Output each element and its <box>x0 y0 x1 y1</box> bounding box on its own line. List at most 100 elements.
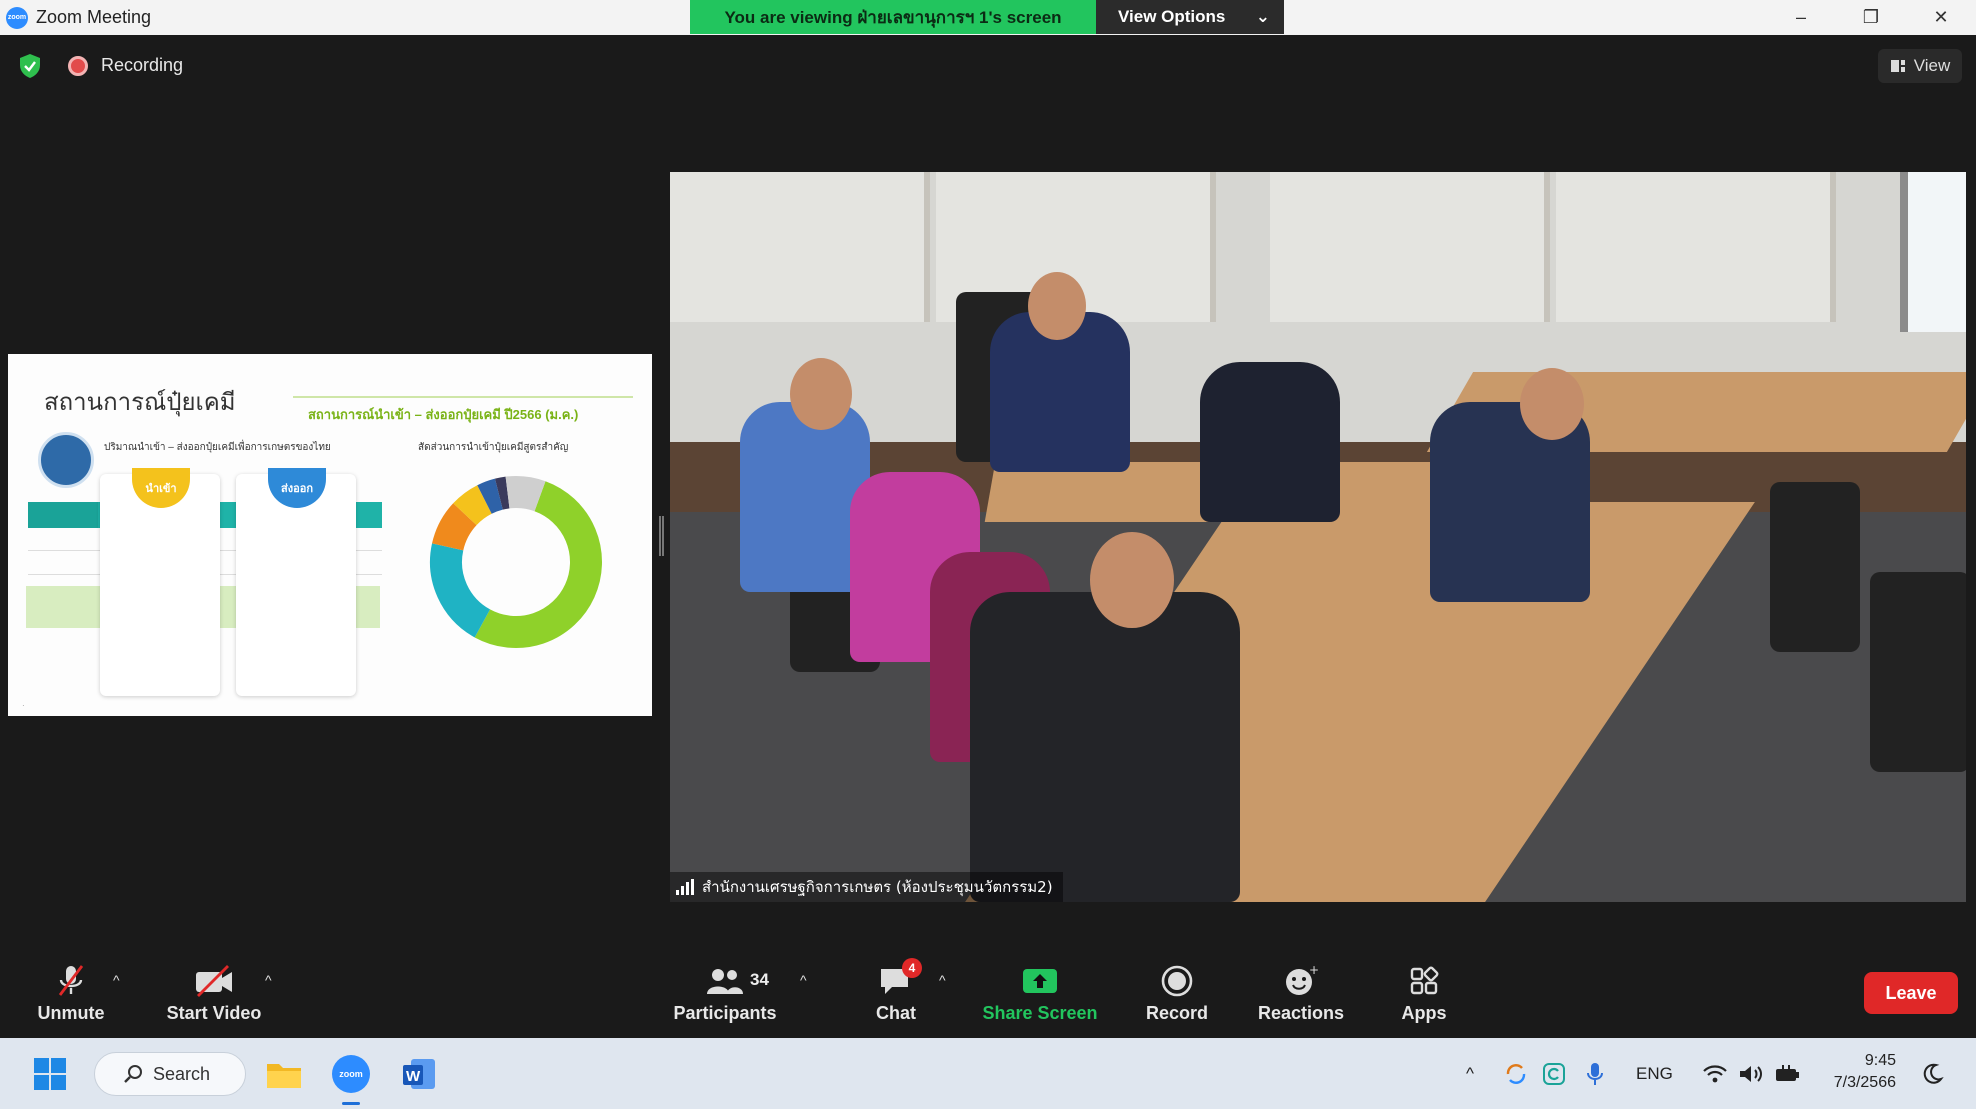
unmute-label: Unmute <box>37 1002 105 1023</box>
donut-slice <box>430 543 491 638</box>
wifi-tray-icon[interactable] <box>1702 1038 1728 1109</box>
left-caption: ปริมาณนำเข้า – ส่งออกปุ๋ยเคมีเพื่อการเกษ… <box>104 442 331 453</box>
language-indicator[interactable]: ENG <box>1636 1038 1673 1109</box>
reactions-icon: + <box>1286 964 1319 995</box>
export-pill: ส่งออก <box>268 468 326 508</box>
app-tray-icon[interactable] <box>1542 1038 1566 1109</box>
donut-slice <box>432 503 478 551</box>
globe-icon <box>38 432 94 488</box>
zoom-taskbar-button[interactable]: zoom <box>326 1038 376 1109</box>
participants-icon <box>707 968 743 994</box>
search-label: Search <box>153 1063 211 1084</box>
view-options-button[interactable]: View Options ⌄ <box>1096 0 1284 34</box>
search-icon <box>124 1065 142 1083</box>
chat-label: Chat <box>876 1002 916 1023</box>
video-wall-panel <box>670 172 930 322</box>
share-screen-button[interactable]: Share Screen <box>980 946 1100 1038</box>
apps-button[interactable]: Apps <box>1396 946 1452 1038</box>
donut-slice <box>453 485 493 526</box>
window-title: Zoom Meeting <box>36 7 152 27</box>
donut-slice <box>494 476 510 510</box>
chevron-up-icon[interactable]: ^ <box>939 972 946 988</box>
sync-tray-icon[interactable] <box>1504 1038 1528 1109</box>
video-person-head <box>1520 368 1584 440</box>
file-explorer-button[interactable] <box>260 1038 308 1109</box>
reactions-button[interactable]: + Reactions <box>1254 946 1348 1038</box>
chevron-down-icon: ⌄ <box>1255 7 1270 26</box>
minimize-button[interactable]: – <box>1766 0 1836 35</box>
zoom-logo-icon: zoom <box>6 6 28 29</box>
shared-screen-slide: สถานการณ์ปุ๋ยเคมี สถานการณ์นำเข้า – ส่งอ… <box>8 354 652 716</box>
volume-icon <box>1740 1065 1762 1082</box>
slide-footnote: · <box>22 701 25 710</box>
chevron-up-icon: ^ <box>1466 1063 1474 1083</box>
tray-overflow-button[interactable]: ^ <box>1466 1038 1474 1109</box>
donut-chart <box>430 476 602 648</box>
windows-start-button[interactable] <box>28 1038 72 1109</box>
microphone-icon <box>1587 1062 1603 1085</box>
grid-view-icon <box>1890 60 1905 72</box>
wifi-icon <box>1703 1064 1727 1082</box>
participants-count: 34 <box>750 970 769 989</box>
record-icon <box>1161 965 1193 996</box>
video-person-head <box>1028 272 1086 340</box>
meeting-top-bar: Recording View <box>0 35 1976 95</box>
right-caption: สัดส่วนการนำเข้าปุ๋ยเคมีสูตรสำคัญ <box>418 442 569 453</box>
chevron-up-icon[interactable]: ^ <box>265 972 272 988</box>
video-person-head <box>790 358 852 430</box>
apps-label: Apps <box>1401 1002 1447 1023</box>
svg-text:W: W <box>406 1068 421 1085</box>
notifications-button[interactable] <box>1920 1038 1944 1109</box>
donut-slice <box>505 476 546 512</box>
microphone-muted-icon <box>58 964 84 996</box>
split-resize-handle[interactable] <box>659 516 664 556</box>
record-label: Record <box>1145 1002 1208 1023</box>
donut-slice <box>477 478 504 514</box>
windows-logo-icon <box>34 1057 66 1090</box>
share-screen-label: Share Screen <box>982 1002 1098 1023</box>
leave-button[interactable]: Leave <box>1864 972 1958 1014</box>
taskbar-search[interactable]: Search <box>94 1052 246 1096</box>
start-video-label: Start Video <box>166 1002 262 1023</box>
video-person-head <box>1090 532 1174 628</box>
import-share-donut <box>428 474 604 650</box>
chevron-up-icon[interactable]: ^ <box>800 972 807 988</box>
shield-icon[interactable] <box>18 53 42 79</box>
moon-icon <box>1923 1063 1944 1084</box>
apps-icon <box>1410 966 1439 994</box>
share-banner: You are viewing ฝ่ายเลขานุการฯ 1's scree… <box>690 0 1096 34</box>
participant-video-tile[interactable]: สำนักงานเศรษฐกิจการเกษตร (ห้องประชุมนวัต… <box>670 172 1966 902</box>
battery-tray-icon[interactable] <box>1774 1038 1802 1109</box>
restore-button[interactable]: ❐ <box>1836 0 1906 35</box>
view-button[interactable]: View <box>1878 49 1962 83</box>
donut-slice <box>474 481 602 648</box>
import-card: นำเข้า <box>100 468 220 696</box>
participants-button[interactable]: Participants <box>672 946 778 1038</box>
slide-subtitle: สถานการณ์นำเข้า – ส่งออกปุ๋ยเคมี ปี2566 … <box>308 407 579 422</box>
volume-tray-icon[interactable] <box>1738 1038 1764 1109</box>
recording-label: Recording <box>101 55 184 75</box>
active-app-indicator <box>342 1102 360 1105</box>
participants-label: Participants <box>673 1002 777 1023</box>
view-label: View <box>1913 56 1951 75</box>
battery-plug-icon <box>1776 1064 1799 1081</box>
slide-title: สถานการณ์ปุ๋ยเคมี <box>44 388 236 416</box>
start-video-button[interactable]: Start Video <box>158 946 270 1038</box>
chevron-up-icon[interactable]: ^ <box>113 972 120 988</box>
participant-name-label: สำนักงานเศรษฐกิจการเกษตร (ห้องประชุมนวัต… <box>670 872 1063 902</box>
share-screen-icon <box>1023 968 1057 993</box>
zoom-app-icon: zoom <box>332 1054 370 1093</box>
record-button[interactable]: Record <box>1140 946 1214 1038</box>
close-button[interactable]: ✕ <box>1906 0 1976 35</box>
word-taskbar-button[interactable]: W <box>394 1038 444 1109</box>
view-options-label: View Options <box>1118 7 1226 26</box>
word-app-icon: W <box>403 1058 435 1089</box>
video-chair <box>1770 482 1860 652</box>
folder-icon <box>267 1063 301 1088</box>
taskbar-clock[interactable]: 9:45 7/3/2566 <box>1816 1050 1896 1094</box>
c-app-icon <box>1543 1062 1565 1085</box>
video-chair <box>1870 572 1966 772</box>
unmute-button[interactable]: Unmute <box>28 946 114 1038</box>
video-wall-panel <box>1556 172 1836 322</box>
microphone-tray-icon[interactable] <box>1586 1038 1604 1109</box>
